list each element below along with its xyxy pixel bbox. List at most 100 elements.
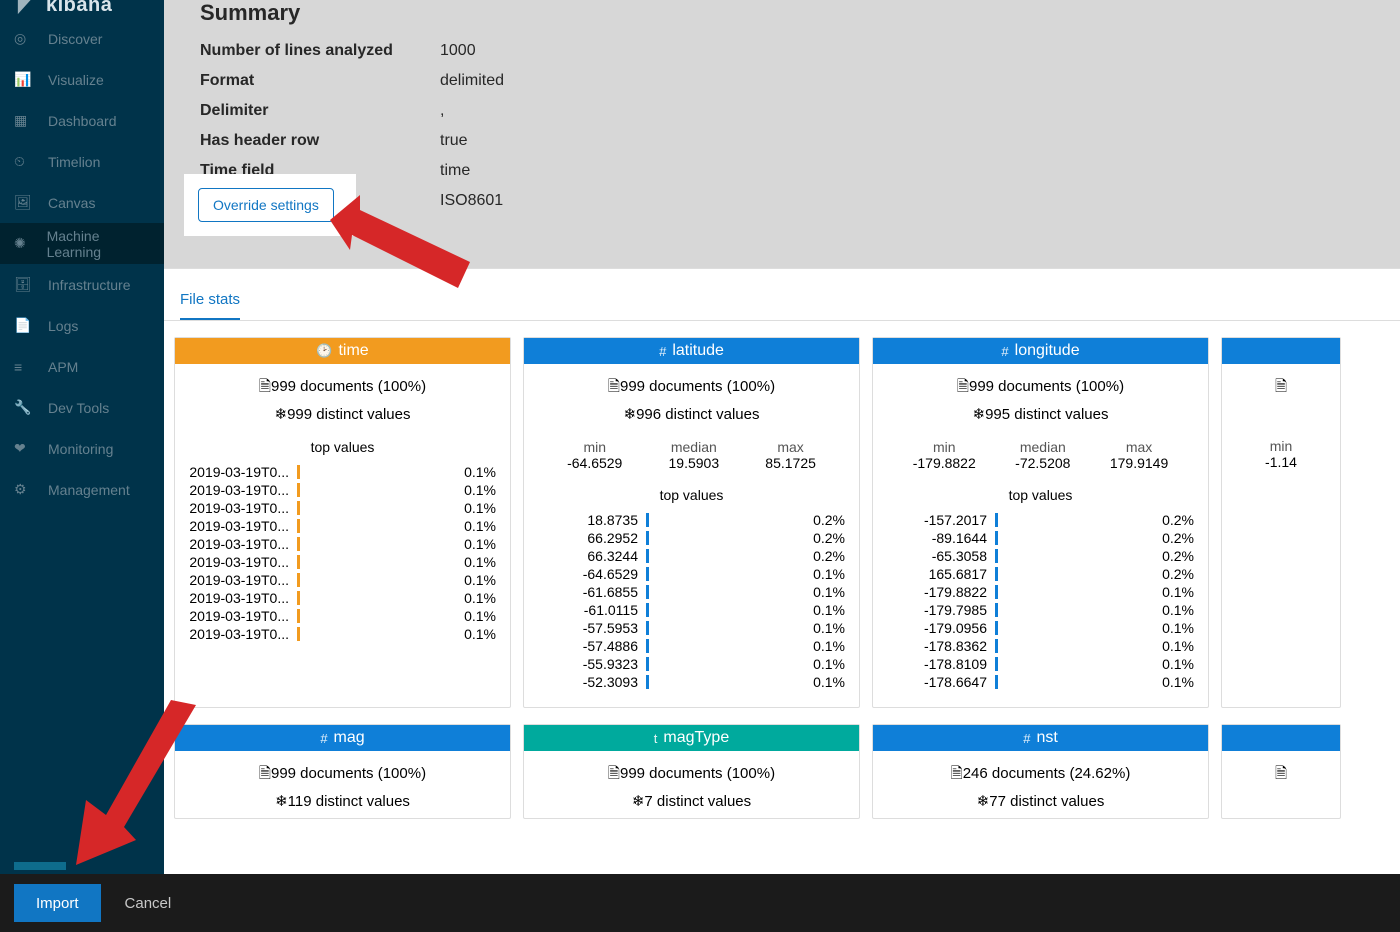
dashboard-icon: ▦: [14, 112, 34, 129]
cancel-button[interactable]: Cancel: [101, 884, 196, 922]
sidebar-item-logs[interactable]: 📄Logs: [0, 305, 164, 346]
summary-title: Summary: [200, 0, 1364, 26]
top-value-row: 2019-03-19T0...0.1%: [189, 625, 496, 643]
top-value-row: -179.09560.1%: [887, 619, 1194, 637]
docs-icon: 🗎: [951, 765, 963, 782]
card-longitude: #longitude 🗎999 documents (100%) ❄995 di…: [872, 337, 1209, 708]
sidebar-item-timelion[interactable]: ⏲Timelion: [0, 141, 164, 182]
docs-icon: 🗎: [957, 378, 969, 395]
distinct-icon: ❄: [624, 406, 637, 423]
summary-header-label: Has header row: [200, 132, 440, 150]
hash-icon: #: [320, 731, 327, 746]
top-value-row: -64.65290.1%: [538, 565, 845, 583]
sidebar-item-management[interactable]: ⚙Management: [0, 469, 164, 510]
top-value-row: 18.87350.2%: [538, 511, 845, 529]
card-time: 🕑time 🗎999 documents (100%) ❄999 distinc…: [174, 337, 511, 708]
top-value-row: -179.88220.1%: [887, 583, 1194, 601]
summary-lines-label: Number of lines analyzed: [200, 42, 440, 60]
docs-icon: 🗎: [1275, 765, 1287, 782]
top-value-row: 2019-03-19T0...0.1%: [189, 517, 496, 535]
sidebar-item-monitoring[interactable]: ❤Monitoring: [0, 428, 164, 469]
top-value-row: -57.48860.1%: [538, 637, 845, 655]
top-value-row: -157.20170.2%: [887, 511, 1194, 529]
top-values-title: top values: [175, 431, 510, 463]
summary-format-label: Format: [200, 72, 440, 90]
top-value-row: -178.81090.1%: [887, 655, 1194, 673]
top-value-row: -52.30930.1%: [538, 673, 845, 691]
card-partial-4: 🗎 min-1.14: [1221, 337, 1341, 708]
sidebar-item-dashboard[interactable]: ▦Dashboard: [0, 100, 164, 141]
summary-format-value: delimited: [440, 72, 504, 90]
top-value-row: 2019-03-19T0...0.1%: [189, 589, 496, 607]
top-value-row: 2019-03-19T0...0.1%: [189, 463, 496, 481]
main-content: Summary Number of lines analyzed1000 For…: [164, 0, 1400, 874]
top-values-list-time: 2019-03-19T0...0.1%2019-03-19T0...0.1%20…: [175, 463, 510, 659]
top-value-row: -61.68550.1%: [538, 583, 845, 601]
apm-icon: ≡: [14, 359, 34, 375]
card-partial-header: [1222, 338, 1340, 364]
card-partial-8: 🗎: [1221, 724, 1341, 819]
card-longitude-header: #longitude: [873, 338, 1208, 364]
top-value-row: 2019-03-19T0...0.1%: [189, 571, 496, 589]
docs-icon: 🗎: [259, 765, 271, 782]
top-value-row: 2019-03-19T0...0.1%: [189, 481, 496, 499]
heartbeat-icon: ❤: [14, 440, 34, 457]
card-mag: #mag 🗎999 documents (100%) ❄119 distinct…: [174, 724, 511, 819]
card-nst: #nst 🗎246 documents (24.62%) ❄77 distinc…: [872, 724, 1209, 819]
gear-icon: ⚙: [14, 481, 34, 498]
top-value-row: -57.59530.1%: [538, 619, 845, 637]
docs-icon: 🗎: [1275, 378, 1287, 395]
top-value-row: -89.16440.2%: [887, 529, 1194, 547]
card-time-header: 🕑time: [175, 338, 510, 364]
bottom-action-bar: Import Cancel: [0, 874, 1400, 932]
sidebar-item-canvas[interactable]: 🖼Canvas: [0, 182, 164, 223]
card-magtype: tmagType 🗎999 documents (100%) ❄7 distin…: [523, 724, 860, 819]
docs-icon: 🗎: [608, 378, 620, 395]
distinct-icon: ❄: [973, 406, 986, 423]
summary-lines-value: 1000: [440, 42, 476, 60]
top-value-row: -65.30580.2%: [887, 547, 1194, 565]
logs-icon: 📄: [14, 317, 34, 334]
top-values-list-longitude: -157.20170.2%-89.16440.2%-65.30580.2%165…: [873, 511, 1208, 707]
wrench-icon: 🔧: [14, 399, 34, 416]
clock-icon: 🕑: [316, 343, 332, 359]
top-value-row: -179.79850.1%: [887, 601, 1194, 619]
annotation-arrow-import: [46, 695, 216, 875]
sidebar-item-dev-tools[interactable]: 🔧Dev Tools: [0, 387, 164, 428]
import-button[interactable]: Import: [14, 884, 101, 922]
top-value-row: 2019-03-19T0...0.1%: [189, 607, 496, 625]
chart-icon: 📊: [14, 71, 34, 88]
tab-file-stats[interactable]: File stats: [180, 285, 240, 320]
sidebar-item-machine-learning[interactable]: ✺Machine Learning: [0, 223, 164, 264]
summary-timefield-value: time: [440, 162, 470, 180]
top-value-row: -178.83620.1%: [887, 637, 1194, 655]
sidebar-item-apm[interactable]: ≡APM: [0, 346, 164, 387]
top-value-row: -61.01150.1%: [538, 601, 845, 619]
summary-delimiter-value: ,: [440, 102, 444, 120]
card-latitude: #latitude 🗎999 documents (100%) ❄996 dis…: [523, 337, 860, 708]
card-latitude-header: #latitude: [524, 338, 859, 364]
timelion-icon: ⏲: [14, 153, 34, 170]
hash-icon: #: [1023, 731, 1030, 746]
distinct-icon: ❄: [275, 793, 288, 810]
top-value-row: 66.32440.2%: [538, 547, 845, 565]
text-icon: t: [654, 731, 658, 746]
top-values-list-latitude: 18.87350.2%66.29520.2%66.32440.2%-64.652…: [524, 511, 859, 707]
top-value-row: 2019-03-19T0...0.1%: [189, 553, 496, 571]
sidebar-item-infrastructure[interactable]: 🗄Infrastructure: [0, 264, 164, 305]
logo: kibana: [0, 0, 164, 18]
summary-delimiter-label: Delimiter: [200, 102, 440, 120]
top-value-row: 165.68170.2%: [887, 565, 1194, 583]
docs-icon: 🗎: [608, 765, 620, 782]
sidebar-item-discover[interactable]: ◎Discover: [0, 18, 164, 59]
hash-icon: #: [659, 344, 666, 359]
stats-cards-row-1: 🕑time 🗎999 documents (100%) ❄999 distinc…: [164, 321, 1400, 708]
distinct-icon: ❄: [275, 406, 288, 423]
top-value-row: 66.29520.2%: [538, 529, 845, 547]
sidebar-item-visualize[interactable]: 📊Visualize: [0, 59, 164, 100]
infra-icon: 🗄: [14, 276, 34, 293]
stats-cards-row-2: #mag 🗎999 documents (100%) ❄119 distinct…: [164, 708, 1400, 819]
compass-icon: ◎: [14, 30, 34, 47]
kibana-logo-icon: [16, 0, 38, 16]
card-time-distinct: ❄999 distinct values: [175, 403, 510, 425]
